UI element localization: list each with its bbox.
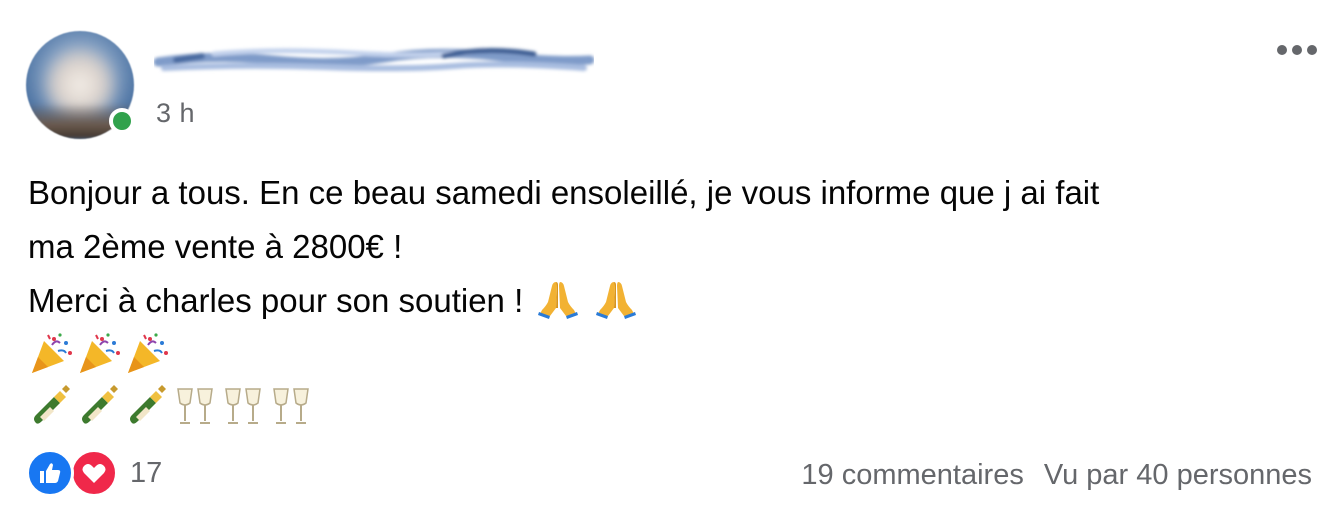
champagne-bottle-emoji xyxy=(76,383,122,429)
clinking-glasses-emoji xyxy=(220,383,266,429)
post-text-line-thanks: Merci à charles pour son soutien ! xyxy=(28,274,1318,328)
champagne-bottle-emoji xyxy=(124,383,170,429)
facebook-post: 3 h Bonjour a tous. En ce beau samedi en… xyxy=(0,0,1344,532)
emoji-row-party xyxy=(28,328,1318,380)
emoji-row-champagne xyxy=(28,380,1318,432)
post-text: Merci à charles pour son soutien ! xyxy=(28,282,524,319)
post-stats: 19 commentaires Vu par 40 personnes xyxy=(801,459,1312,492)
more-dot xyxy=(1292,45,1302,55)
post-timestamp[interactable]: 3 h xyxy=(156,98,195,129)
clinking-glasses-emoji xyxy=(268,383,314,429)
post-body: Bonjour a tous. En ce beau samedi ensole… xyxy=(28,166,1318,432)
folded-hands-emoji xyxy=(594,276,638,320)
party-popper-emoji xyxy=(28,331,74,377)
like-icon xyxy=(26,449,74,497)
reaction-count[interactable]: 17 xyxy=(130,457,162,490)
more-dot xyxy=(1307,45,1317,55)
party-popper-emoji xyxy=(76,331,122,377)
more-horizontal-icon xyxy=(1277,45,1287,55)
author-name-redacted[interactable] xyxy=(154,44,594,74)
online-status-indicator xyxy=(109,108,135,134)
folded-hands-emoji xyxy=(536,276,580,320)
clinking-glasses-emoji xyxy=(172,383,218,429)
reactions-summary[interactable]: 17 xyxy=(26,449,162,497)
champagne-bottle-emoji xyxy=(28,383,74,429)
love-icon xyxy=(70,449,118,497)
party-popper-emoji xyxy=(124,331,170,377)
post-text-line: Bonjour a tous. En ce beau samedi ensole… xyxy=(28,174,1100,211)
more-options-button[interactable] xyxy=(1270,33,1324,67)
comments-count-link[interactable]: 19 commentaires xyxy=(801,459,1023,492)
post-text-line: ma 2ème vente à 2800€ ! xyxy=(28,228,403,265)
views-count[interactable]: Vu par 40 personnes xyxy=(1044,459,1312,492)
